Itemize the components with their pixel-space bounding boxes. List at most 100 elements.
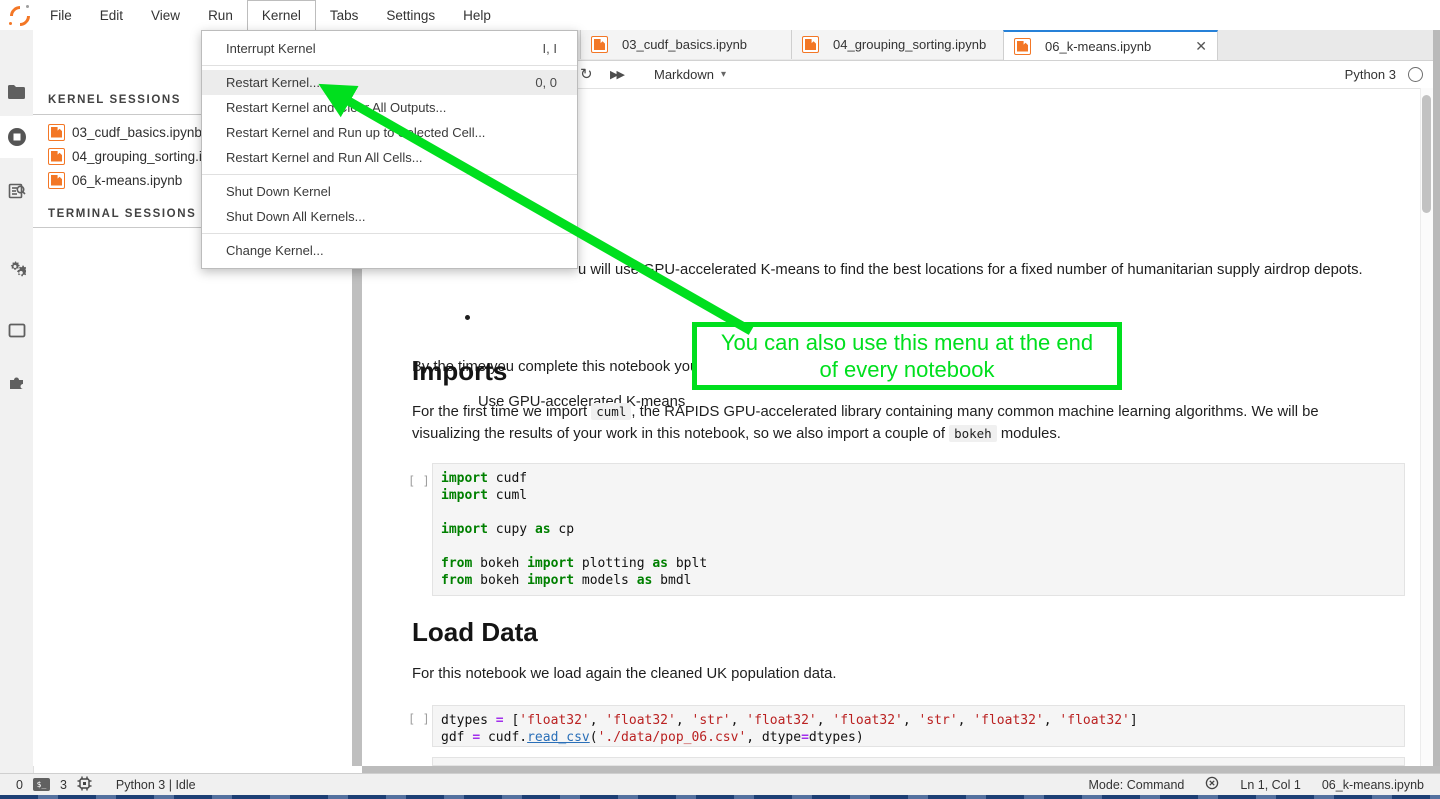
token: bplt <box>668 556 707 571</box>
inline-code: cuml <box>591 403 631 420</box>
menu-item-restart-kernel-and-clear-all-outputs[interactable]: Restart Kernel and Clear All Outputs... <box>202 95 577 120</box>
code-line: import cudf <box>441 470 1396 487</box>
menu-item-restart-kernel-and-run-all-cells[interactable]: Restart Kernel and Run All Cells... <box>202 145 577 170</box>
inline-code: bokeh <box>949 425 997 442</box>
command-palette-icon[interactable] <box>0 170 33 212</box>
token: cp <box>551 522 574 537</box>
horizontal-scrollbar-track[interactable] <box>362 766 1440 773</box>
menu-run[interactable]: Run <box>194 0 247 30</box>
menu-item-label: Restart Kernel and Run All Cells... <box>226 150 557 165</box>
token-kw: import <box>527 556 574 571</box>
trust-indicator-icon[interactable] <box>1205 776 1219 793</box>
token-str: 'float32' <box>973 713 1043 728</box>
cursor-position[interactable]: Ln 1, Col 1 <box>1240 778 1300 792</box>
menu-item-restart-kernel[interactable]: Restart Kernel...0, 0 <box>202 70 577 95</box>
cell-type-dropdown[interactable]: Markdown ▾ <box>654 60 726 88</box>
status-right: Mode: Command Ln 1, Col 1 06_k-means.ipy… <box>1089 776 1425 793</box>
code-line: dtypes = ['float32', 'float32', 'str', '… <box>441 712 1396 729</box>
tab-04-grouping-sorting-ipynb[interactable]: 04_grouping_sorting.ipynb <box>791 30 1023 59</box>
tab-03-cudf-basics-ipynb[interactable]: 03_cudf_basics.ipynb <box>580 30 811 59</box>
menu-help[interactable]: Help <box>449 0 505 30</box>
code-line: import cupy as cp <box>441 521 1396 538</box>
token: ] <box>1130 713 1138 728</box>
token-kw: as <box>637 573 653 588</box>
window-right-edge <box>1433 30 1440 766</box>
token-kw: as <box>652 556 668 571</box>
menu-bar: FileEditViewRunKernelTabsSettingsHelp <box>0 0 1440 30</box>
run-all-icon[interactable]: ▶▶ <box>610 60 623 88</box>
kernel-chip-icon[interactable] <box>77 776 92 794</box>
chevron-down-icon: ▾ <box>721 69 726 80</box>
status-bar: 0 $_ 3 Python 3 | Idle Mode: Command Ln … <box>0 773 1440 795</box>
notebook-file-icon <box>802 36 819 53</box>
restart-kernel-icon[interactable]: ↻ <box>580 60 593 88</box>
kernels-count[interactable]: 3 <box>60 778 67 792</box>
kernel-status-label[interactable]: Python 3 | Idle <box>116 778 196 792</box>
menu-view[interactable]: View <box>137 0 194 30</box>
token-str: 'float32' <box>519 713 589 728</box>
file-browser-icon[interactable] <box>0 71 33 113</box>
token-str: 'float32' <box>746 713 816 728</box>
kernel-status-icon <box>1408 67 1423 82</box>
menu-item-label: Change Kernel... <box>226 243 557 258</box>
menu-edit[interactable]: Edit <box>86 0 137 30</box>
imports-heading: Imports <box>412 356 507 387</box>
vertical-scrollbar-thumb[interactable] <box>1422 95 1431 213</box>
load-data-paragraph: For this notebook we load again the clea… <box>412 666 836 682</box>
token-str: 'str' <box>692 713 731 728</box>
code-cell-imports[interactable]: import cudfimport cuml import cupy as cp… <box>432 463 1405 596</box>
code-line: gdf = cudf.read_csv('./data/pop_06.csv',… <box>441 729 1396 746</box>
menu-tabs[interactable]: Tabs <box>316 0 373 30</box>
kernel-indicator[interactable]: Python 3 <box>1345 60 1423 88</box>
token: bokeh <box>472 556 527 571</box>
paragraph-text: , the RAPIDS GPU-accelerated library con… <box>631 404 1318 420</box>
running-sessions-icon[interactable] <box>0 116 33 158</box>
terminals-count[interactable]: 0 <box>16 778 23 792</box>
token: cudf <box>488 471 527 486</box>
paragraph-text: For the first time we import <box>412 404 591 420</box>
menu-item-interrupt-kernel[interactable]: Interrupt KernelI, I <box>202 36 577 61</box>
notebook-file-icon <box>1014 38 1031 55</box>
tab-label: 03_cudf_basics.ipynb <box>622 37 747 52</box>
token-op: = <box>472 730 480 745</box>
menu-item-shortcut: 0, 0 <box>535 75 557 90</box>
paragraph-text: visualizing the results of your work in … <box>412 426 949 442</box>
terminal-icon[interactable]: $_ <box>33 778 50 791</box>
notebook-file-icon <box>591 36 608 53</box>
token: gdf <box>441 730 472 745</box>
kernel-menu-dropdown: Interrupt KernelI, I Restart Kernel...0, … <box>201 30 578 269</box>
open-tabs-icon[interactable] <box>0 309 33 351</box>
token: , <box>903 713 919 728</box>
menu-item-restart-kernel-and-run-up-to-selected-cell[interactable]: Restart Kernel and Run up to Selected Ce… <box>202 120 577 145</box>
menu-settings[interactable]: Settings <box>372 0 449 30</box>
imports-paragraph-line2: visualizing the results of your work in … <box>412 426 1061 442</box>
token: models <box>574 573 637 588</box>
token-kw: import <box>527 573 574 588</box>
tab-label: 06_k-means.ipynb <box>1045 39 1151 54</box>
menu-item-shut-down-kernel[interactable]: Shut Down Kernel <box>202 179 577 204</box>
menu-file[interactable]: File <box>36 0 86 30</box>
background-window-strip <box>0 795 1440 799</box>
extensions-icon[interactable] <box>0 361 33 403</box>
menu-item-label: Restart Kernel... <box>226 75 535 90</box>
token-str: './data/pop_06.csv' <box>598 730 747 745</box>
token: , <box>817 713 833 728</box>
notebook-file-icon <box>48 148 65 165</box>
code-cell-load-data[interactable]: dtypes = ['float32', 'float32', 'str', '… <box>432 705 1405 747</box>
tab-06-k-means-ipynb[interactable]: 06_k-means.ipynb ✕ <box>1003 30 1218 60</box>
code-cell-partial[interactable] <box>432 757 1405 766</box>
menu-item-shut-down-all-kernels[interactable]: Shut Down All Kernels... <box>202 204 577 229</box>
token: dtypes) <box>809 730 864 745</box>
menu-item-label: Shut Down Kernel <box>226 184 557 199</box>
menu-item-label: Restart Kernel and Clear All Outputs... <box>226 100 557 115</box>
menu-item-change-kernel[interactable]: Change Kernel... <box>202 238 577 263</box>
menu-item-label: Interrupt Kernel <box>226 41 543 56</box>
token: , <box>676 713 692 728</box>
token: , <box>958 713 974 728</box>
token-op: = <box>801 730 809 745</box>
menu-kernel[interactable]: Kernel <box>247 0 316 30</box>
close-icon[interactable]: ✕ <box>1195 39 1207 53</box>
code-line <box>441 504 1396 521</box>
property-inspector-icon[interactable] <box>0 248 33 290</box>
menu-item-shortcut: I, I <box>543 41 557 56</box>
